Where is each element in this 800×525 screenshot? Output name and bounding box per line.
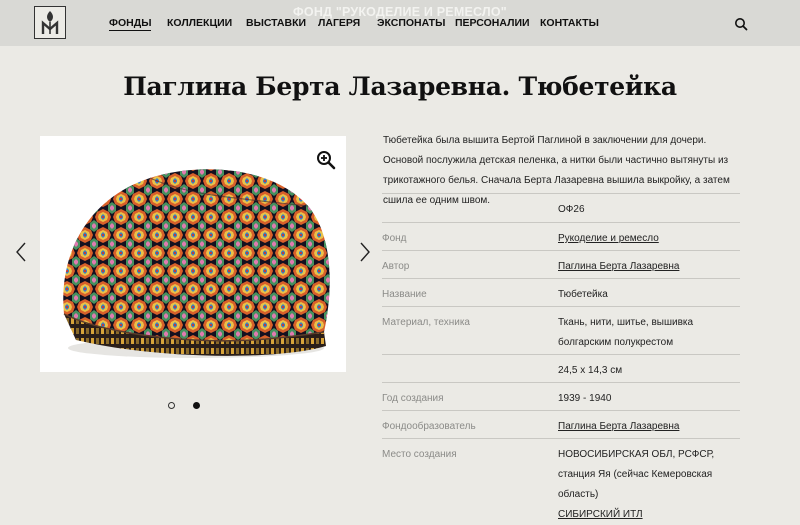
property-label: Место создания bbox=[382, 449, 457, 460]
nav-item-lagerya[interactable]: ЛАГЕРЯ bbox=[318, 17, 360, 29]
image-slider[interactable] bbox=[40, 136, 346, 372]
slider-dot-2-active[interactable] bbox=[193, 402, 200, 409]
property-label: Фондообразователь bbox=[382, 421, 476, 432]
property-value: 1939 - 1940 bbox=[558, 393, 612, 404]
page-title: Паглина Берта Лазаревна. Тюбетейка bbox=[123, 72, 677, 101]
table-row: 24,5 х 14,3 см bbox=[382, 354, 740, 382]
property-value: 24,5 х 14,3 см bbox=[558, 365, 623, 376]
table-row: Место создания НОВОСИБИРСКАЯ ОБЛ, РСФСР,… bbox=[382, 438, 740, 520]
fond-link[interactable]: Рукоделие и ремесло bbox=[558, 233, 659, 244]
nav-item-fondy[interactable]: ФОНДЫ bbox=[109, 17, 152, 31]
camp-link[interactable]: СИБИРСКИЙ ИТЛ bbox=[558, 509, 643, 520]
slider-dots bbox=[166, 401, 206, 411]
property-value: ОФ26 bbox=[558, 204, 585, 215]
author-link[interactable]: Паглина Берта Лазаревна bbox=[558, 261, 679, 272]
slider-dot-1[interactable] bbox=[168, 402, 175, 409]
skullcap-photo bbox=[40, 136, 346, 372]
chevron-left-icon[interactable] bbox=[14, 241, 28, 263]
museum-logo[interactable] bbox=[34, 6, 66, 39]
nav-item-personalii[interactable]: ПЕРСОНАЛИИ bbox=[455, 17, 530, 29]
table-row: Фондообразователь Паглина Берта Лазаревн… bbox=[382, 410, 740, 438]
property-value: Ткань, нити, шитье, вышивка болгарским п… bbox=[558, 317, 694, 348]
property-label: Автор bbox=[382, 261, 410, 272]
nav-item-vystavki[interactable]: ВЫСТАВКИ bbox=[246, 17, 306, 29]
top-navigation-bar: ФОНД "РУКОДЕЛИЕ И РЕМЕСЛО" ФОНДЫ КОЛЛЕКЦ… bbox=[0, 0, 800, 46]
table-row: Автор Паглина Берта Лазаревна bbox=[382, 250, 740, 278]
search-icon[interactable] bbox=[734, 17, 748, 31]
nav-item-kontakty[interactable]: КОНТАКТЫ bbox=[540, 17, 599, 29]
table-row: Материал, техника Ткань, нити, шитье, вы… bbox=[382, 306, 740, 354]
table-row: Фонд Рукоделие и ремесло bbox=[382, 222, 740, 250]
table-row: Название Тюбетейка bbox=[382, 278, 740, 306]
chevron-right-icon[interactable] bbox=[358, 241, 372, 263]
nav-item-eksponaty[interactable]: ЭКСПОНАТЫ bbox=[377, 17, 445, 29]
properties-table: ОФ26 Фонд Рукоделие и ремесло Автор Пагл… bbox=[382, 193, 740, 520]
property-label: Материал, техника bbox=[382, 317, 470, 328]
fund-creator-link[interactable]: Паглина Берта Лазаревна bbox=[558, 421, 679, 432]
zoom-in-icon[interactable] bbox=[316, 150, 336, 170]
nav-item-kollekcii[interactable]: КОЛЛЕКЦИИ bbox=[167, 17, 232, 29]
property-value: НОВОСИБИРСКАЯ ОБЛ, РСФСР, станция Яя (се… bbox=[558, 449, 715, 500]
property-label: Год создания bbox=[382, 393, 444, 404]
property-value: Тюбетейка bbox=[558, 289, 608, 300]
property-label: Фонд bbox=[382, 233, 407, 244]
property-label: Название bbox=[382, 289, 427, 300]
table-row: Год создания 1939 - 1940 bbox=[382, 382, 740, 410]
table-row: ОФ26 bbox=[382, 193, 740, 222]
